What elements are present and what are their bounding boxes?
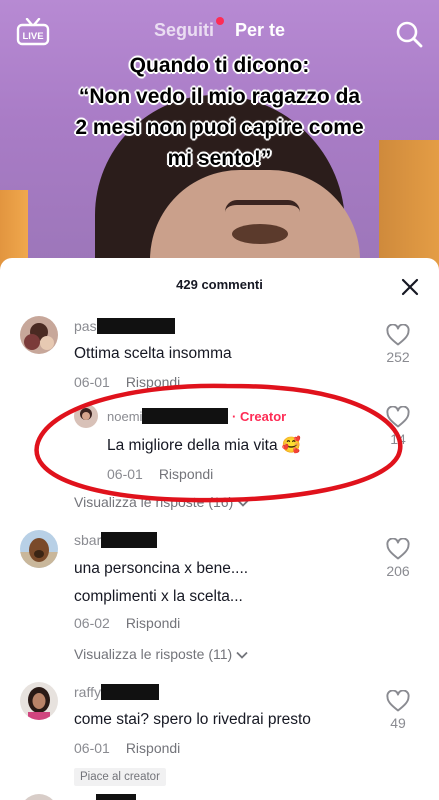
- search-icon[interactable]: [395, 20, 423, 48]
- comment-date: 06-01: [74, 374, 110, 390]
- tab-for-you-label: Per te: [235, 20, 286, 40]
- redacted-username: [96, 318, 175, 334]
- like-count: 49: [390, 715, 406, 731]
- view-replies-label: Visualizza le risposte (16): [74, 494, 234, 510]
- comment-text: Ottima scelta insomma: [74, 345, 232, 362]
- tab-following[interactable]: Seguiti: [153, 17, 224, 41]
- caption-line: Quando ti dicono:: [129, 54, 310, 77]
- avatar[interactable]: [20, 682, 58, 720]
- username-text: raffy: [74, 684, 101, 700]
- comment-username[interactable]: raffy: [74, 684, 159, 700]
- comment-meta: 06-01 Rispondi: [74, 740, 180, 756]
- avatar[interactable]: [74, 404, 98, 428]
- comment-text: La migliore della mia vita 🥰: [107, 437, 302, 454]
- username-text: sbar: [74, 532, 102, 548]
- comment-date: 06-01: [74, 740, 110, 756]
- like-button[interactable]: 14: [381, 406, 415, 447]
- comment-username[interactable]: sbar: [74, 532, 158, 548]
- comment-date: 06-02: [74, 615, 110, 631]
- redacted-username: [96, 794, 136, 800]
- person-eyebrow: [225, 200, 300, 212]
- creator-liked-badge: Piace al creator: [74, 768, 166, 786]
- redacted-username: [100, 684, 159, 700]
- comment-username[interactable]: noemi · Creator: [107, 408, 286, 424]
- redacted-username: [142, 408, 229, 424]
- video-caption: Quando ti dicono: “Non vedo il mio ragaz…: [0, 50, 439, 174]
- like-count: 206: [386, 563, 410, 579]
- reply-button[interactable]: Rispondi: [126, 374, 180, 390]
- chevron-down-icon: [236, 651, 248, 659]
- comment-item: [0, 790, 439, 800]
- comment-item: sbar una personcina x bene.... complimen…: [0, 524, 439, 664]
- heart-icon: [386, 406, 410, 428]
- tab-following-label: Seguiti: [153, 20, 214, 40]
- reply-button[interactable]: Rispondi: [126, 740, 180, 756]
- avatar[interactable]: [20, 316, 58, 354]
- view-replies-label: Visualizza le risposte (11): [74, 646, 233, 662]
- heart-icon: [386, 538, 410, 560]
- comment-meta: 06-01 Rispondi: [107, 466, 213, 482]
- heart-icon: [386, 690, 410, 712]
- tab-for-you[interactable]: Per te: [235, 20, 285, 41]
- comment-text-line: una personcina x bene....: [74, 560, 249, 577]
- heart-icon: [386, 324, 410, 346]
- reply-item: noemi · Creator La migliore della mia vi…: [0, 400, 439, 510]
- like-button[interactable]: 206: [381, 538, 415, 579]
- comment-text: come stai? spero lo rivedrai presto: [74, 711, 311, 728]
- reply-button[interactable]: Rispondi: [126, 615, 180, 631]
- comments-sheet: 429 commenti pas Ottima scelta insomma 0…: [0, 258, 439, 800]
- comment-item: raffy come stai? spero lo rivedrai prest…: [0, 676, 439, 786]
- comment-meta: 06-02 Rispondi: [74, 615, 180, 631]
- like-count: 252: [386, 349, 410, 365]
- comment-date: 06-01: [107, 466, 143, 482]
- caption-line: mi sento!”: [167, 147, 272, 170]
- comment-text-line: complimenti x la scelta...: [74, 588, 243, 605]
- avatar[interactable]: [20, 794, 58, 800]
- username-text: noemi: [107, 409, 143, 424]
- view-replies-button[interactable]: Visualizza le risposte (16): [74, 494, 249, 510]
- redacted-username: [101, 532, 158, 548]
- caption-line: 2 mesi non puoi capire come: [75, 116, 364, 139]
- notification-dot: [215, 17, 224, 25]
- comments-header: 429 commenti: [0, 258, 439, 308]
- view-replies-button[interactable]: Visualizza le risposte (11): [74, 646, 248, 662]
- comment-item: pas Ottima scelta insomma 06-01 Rispondi …: [0, 310, 439, 400]
- feed-tabs: Seguiti Per te: [0, 17, 439, 41]
- like-count: 14: [390, 431, 406, 447]
- comment-text: una personcina x bene.... complimenti x …: [74, 555, 248, 611]
- comments-count-title: 429 commenti: [176, 277, 263, 292]
- caption-line: “Non vedo il mio ragazzo da: [78, 85, 361, 108]
- like-button[interactable]: 252: [381, 324, 415, 365]
- person-eye: [232, 224, 288, 244]
- reply-button[interactable]: Rispondi: [159, 466, 213, 482]
- chevron-down-icon: [237, 499, 249, 507]
- comment-username[interactable]: pas: [74, 318, 175, 334]
- creator-badge: · Creator: [232, 409, 287, 424]
- avatar[interactable]: [20, 530, 58, 568]
- close-icon[interactable]: [401, 278, 419, 296]
- like-button[interactable]: 49: [381, 690, 415, 731]
- username-text: pas: [74, 318, 97, 334]
- comment-meta: 06-01 Rispondi: [74, 374, 180, 390]
